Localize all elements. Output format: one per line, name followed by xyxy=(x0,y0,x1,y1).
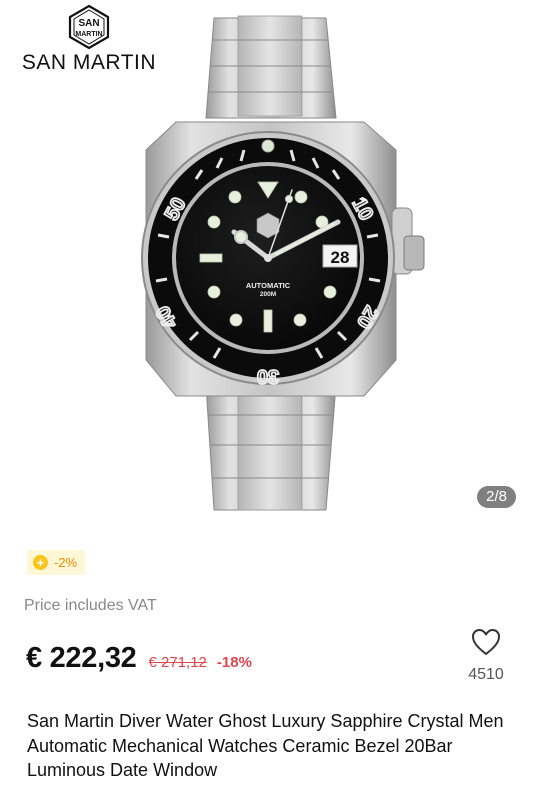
dial-text-depth: 200M xyxy=(260,291,276,298)
vat-note: Price includes VAT xyxy=(24,597,157,614)
bracelet-top xyxy=(205,15,337,119)
bracelet-bottom xyxy=(205,384,337,511)
brand-name: SAN MARTIN xyxy=(21,51,157,74)
wishlist-count: 4510 xyxy=(468,666,504,683)
current-price: € 222,32 xyxy=(26,642,137,674)
date-window: 28 xyxy=(331,248,350,267)
coupon-badge[interactable]: + -2% xyxy=(27,550,86,575)
brand-emblem-icon: SAN MARTIN xyxy=(68,4,110,50)
product-image-gallery[interactable]: 50 10 20 30 40 28 AUTOMATIC 200M SAN MAR… xyxy=(0,0,540,530)
bezel-number-30: 30 xyxy=(257,365,279,387)
image-counter: 2/8 xyxy=(477,486,516,508)
price-row: € 222,32 € 271,12 -18% xyxy=(26,642,252,675)
dial-text-automatic: AUTOMATIC xyxy=(246,281,291,290)
brand-emblem-line1: SAN xyxy=(78,18,99,29)
brand-logo: SAN MARTIN SAN MARTIN xyxy=(10,4,168,75)
product-title: San Martin Diver Water Ghost Luxury Sapp… xyxy=(27,711,504,780)
heart-icon xyxy=(472,629,500,655)
coupon-text: -2% xyxy=(54,555,78,570)
wishlist-button[interactable]: 4510 xyxy=(462,628,510,684)
coin-icon: + xyxy=(33,555,48,570)
original-price: € 271,12 xyxy=(148,654,207,671)
discount-badge: -18% xyxy=(216,654,252,671)
brand-emblem-line2: MARTIN xyxy=(75,31,102,38)
product-image: 50 10 20 30 40 28 AUTOMATIC 200M xyxy=(141,15,425,511)
